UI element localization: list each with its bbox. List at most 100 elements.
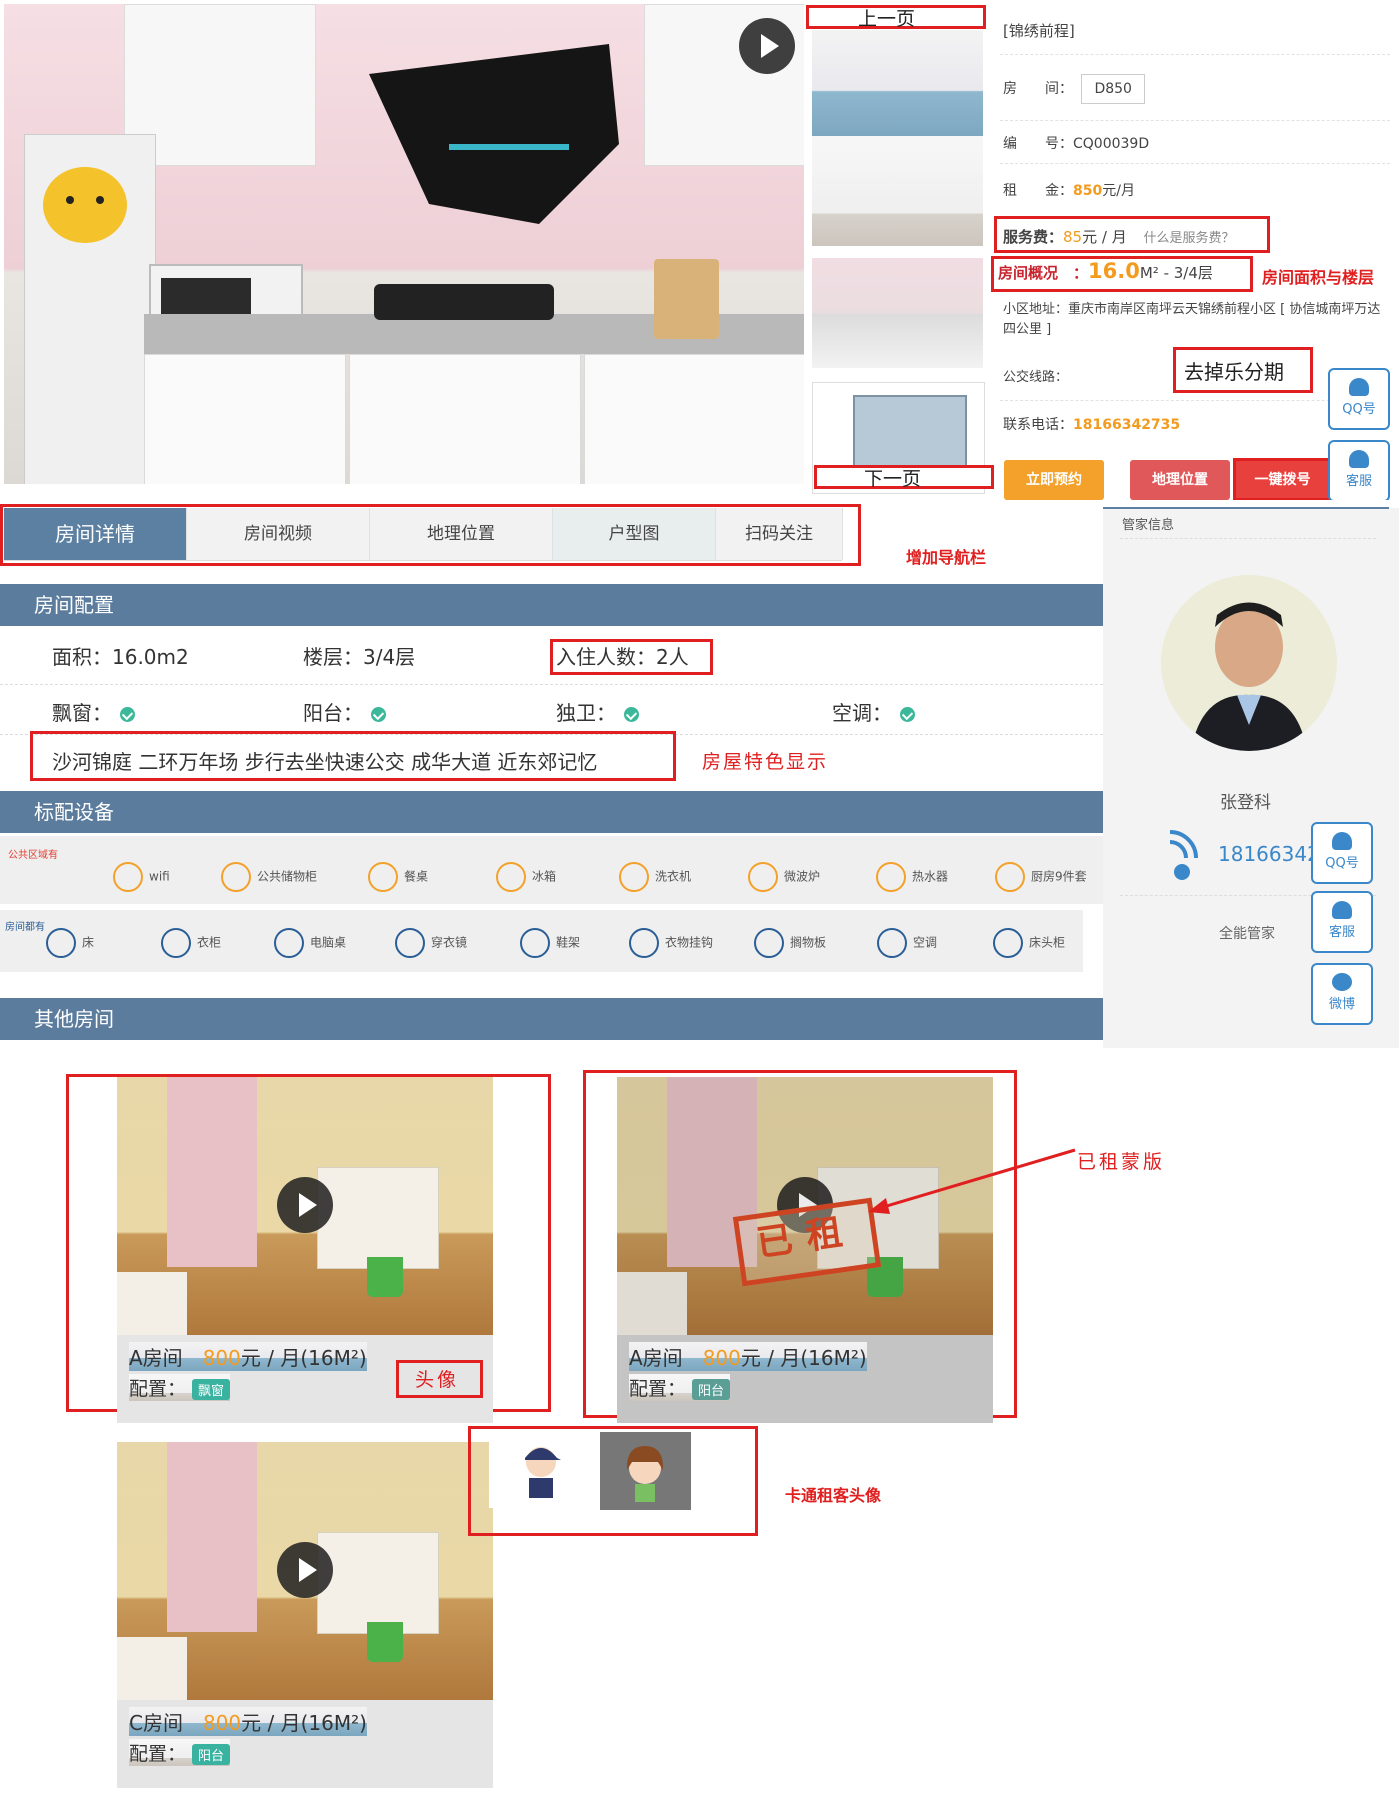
video-play-icon[interactable] <box>277 1177 333 1233</box>
divider <box>0 684 1103 685</box>
person-icon <box>1332 901 1352 919</box>
qq-icon <box>1332 832 1352 850</box>
call-annotation-box <box>1233 458 1332 501</box>
phone-signal-icon <box>1169 830 1198 880</box>
room-config-label: 配置： <box>629 1378 687 1400</box>
thumbnail-2[interactable] <box>812 136 983 246</box>
room-tag: 飘窗 <box>192 1379 231 1400</box>
qq-side-button[interactable]: QQ号 <box>1328 368 1390 430</box>
equip-label: 鞋架 <box>556 935 581 950</box>
thumbnail-3[interactable] <box>812 258 983 368</box>
fee-unit: 元 / 月 <box>1082 228 1127 246</box>
lower-cabinet <box>349 354 581 484</box>
room-config-label: 配置： <box>129 1378 187 1400</box>
annotation-arrow <box>868 1148 1076 1214</box>
overview-rest: M² - 3/4层 <box>1139 264 1213 282</box>
room-card-c[interactable]: C房间 800元 / 月(16M²) 配置： 阳台 <box>117 1442 493 1788</box>
mirror-icon <box>395 928 425 958</box>
phone-label: 联系电话： <box>1003 417 1073 433</box>
weibo-side-button[interactable]: 微博 <box>1311 963 1373 1025</box>
water-heater-icon <box>876 862 906 892</box>
rent-label: 租 金： <box>1003 183 1073 199</box>
equip-mirror: 穿衣镜 <box>395 928 467 958</box>
config-features: 沙河锦庭 二环万年场 步行去坐快速公交 成华大道 近东郊记忆 <box>52 750 598 774</box>
equip-washer: 洗衣机 <box>619 862 691 892</box>
equip-locker: 公共储物柜 <box>221 862 317 892</box>
pot-icon <box>995 862 1025 892</box>
service-label: 客服 <box>1345 474 1372 489</box>
config-aircon: 空调： <box>832 697 915 726</box>
desk-icon <box>274 928 304 958</box>
equip-label: 洗衣机 <box>655 869 692 884</box>
room-price: 800 <box>202 1346 241 1370</box>
annotation-feature-show: 房屋特色显示 <box>702 751 829 773</box>
code-row: 编 号：CQ00039D <box>1003 133 1149 153</box>
hook-icon <box>629 928 659 958</box>
thumbnail-1[interactable] <box>812 30 983 140</box>
public-equipment-row: 公共区域有 wifi 公共储物柜 餐桌 冰箱 洗衣机 微波炉 热水器 厨房9件套 <box>0 836 1180 904</box>
video-play-icon[interactable] <box>277 1542 333 1598</box>
room-unit: 元 / 月(16M²) <box>740 1346 867 1370</box>
washer-icon <box>619 862 649 892</box>
equip-label: 微波炉 <box>784 869 821 884</box>
equip-label: 搁物板 <box>790 935 827 950</box>
room-card-a-rented[interactable]: 已租 A房间 800元 / 月(16M²) 配置： 阳台 <box>617 1077 993 1423</box>
room-area-label: 房间都有 <box>5 922 45 933</box>
service-label: 客服 <box>1328 925 1355 940</box>
manager-avatar <box>1161 575 1337 751</box>
equip-heater: 热水器 <box>876 862 948 892</box>
shelf-icon <box>754 928 784 958</box>
cartoon-avatar-female <box>600 1432 691 1510</box>
weibo-label: 微博 <box>1328 997 1355 1012</box>
config-floor: 楼层：3/4层 <box>303 645 416 669</box>
config-bathroom: 独卫： <box>556 697 639 726</box>
room-config-label: 配置： <box>129 1743 187 1765</box>
room-unit: 元 / 月(16M²) <box>241 1711 367 1735</box>
room-photo <box>117 1077 493 1335</box>
service-side-button[interactable]: 客服 <box>1328 440 1390 502</box>
service-side-button-2[interactable]: 客服 <box>1311 891 1373 953</box>
equip-label: 公共储物柜 <box>257 869 318 884</box>
cartoon-avatar-male <box>489 1432 591 1508</box>
manager-name: 张登科 <box>1220 793 1271 813</box>
annotation-add-nav: 增加导航栏 <box>906 548 987 567</box>
equip-fridge: 冰箱 <box>496 862 556 892</box>
section-room-config: 房间配置 <box>0 584 1103 626</box>
equip-label: 衣物挂钩 <box>665 935 714 950</box>
divider <box>1000 120 1390 121</box>
code-label: 编 号： <box>1003 136 1073 152</box>
section-other-rooms: 其他房间 <box>0 998 1103 1040</box>
room-price: 800 <box>202 1711 242 1735</box>
rent-row: 租 金：850元/月 <box>1003 180 1135 200</box>
divider <box>1120 538 1376 539</box>
equip-nightstand: 床头柜 <box>993 928 1065 958</box>
room-config: 配置： 阳台 <box>129 1739 231 1766</box>
location-button[interactable]: 地理位置 <box>1130 460 1230 500</box>
video-play-icon[interactable] <box>739 18 795 74</box>
room-config: 配置： 阳台 <box>629 1374 731 1401</box>
room-name: C房间 <box>129 1711 183 1735</box>
manager-role: 全能管家 <box>1219 926 1275 942</box>
book-now-button[interactable]: 立即预约 <box>1004 460 1104 500</box>
annotation-remove-installment: 去掉乐分期 <box>1184 360 1284 384</box>
equip-label: 电脑桌 <box>310 935 347 950</box>
overview-label: 房间概况 ： <box>998 264 1089 282</box>
phone-value[interactable]: 18166342735 <box>1073 417 1180 433</box>
next-page-label[interactable]: 下一页 <box>864 464 921 491</box>
room-tag: 阳台 <box>192 1744 231 1765</box>
main-room-photo[interactable] <box>4 4 804 484</box>
qq-side-button-2[interactable]: QQ号 <box>1311 822 1373 884</box>
table-icon <box>368 862 398 892</box>
prev-page-label[interactable]: 上一页 <box>858 4 915 31</box>
fee-help-link[interactable]: 什么是服务费？ <box>1143 231 1234 246</box>
config-bay-window: 飘窗： <box>52 697 135 726</box>
overview-area: 16.0 <box>1088 259 1140 283</box>
equip-table: 餐桌 <box>368 862 428 892</box>
room-unit: 元 / 月(16M²) <box>240 1346 367 1370</box>
room-title: A房间 800元 / 月(16M²) <box>129 1342 367 1371</box>
bay-window-label: 飘窗： <box>52 701 112 725</box>
equip-label: 床头柜 <box>1029 935 1066 950</box>
equip-shoe-rack: 鞋架 <box>520 928 580 958</box>
room-config: 配置： 飘窗 <box>129 1374 231 1401</box>
bus-label: 公交线路： <box>1003 370 1069 385</box>
